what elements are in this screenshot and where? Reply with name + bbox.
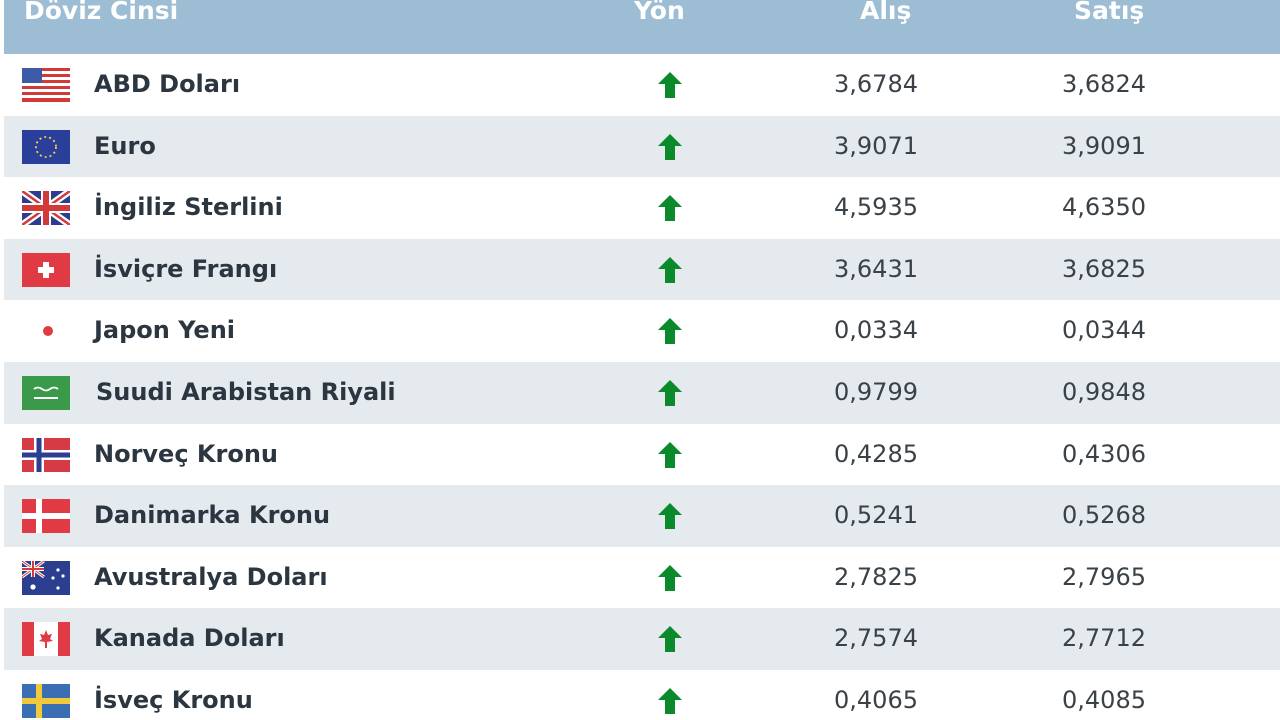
table-row: Japon Yeni 0,0334 0,0344	[4, 300, 1280, 362]
sell-rate: 3,6824	[1062, 70, 1146, 98]
sell-rate: 0,4306	[1062, 439, 1146, 468]
table-row: Danimarka Kronu 0,5241 0,5268	[4, 485, 1280, 547]
sell-rate: 0,0344	[1062, 316, 1146, 345]
arrow-up-icon	[658, 133, 682, 160]
currency-name: İsviçre Frangı	[94, 254, 278, 283]
table-body: ABD Doları 3,6784 3,6824 Euro 3,9071 3,9…	[4, 54, 1280, 720]
table-header: Döviz Cinsi Yön Alış Satış	[4, 0, 1280, 54]
arrow-up-icon	[658, 503, 682, 530]
currency-name: Euro	[94, 131, 156, 160]
au-flag-icon	[22, 560, 70, 595]
table-row: İsveç Kronu 0,4065 0,4085	[4, 669, 1280, 720]
ch-flag-icon	[22, 252, 70, 287]
table-row: Suudi Arabistan Riyali 0,9799 0,9848	[4, 361, 1280, 424]
sell-rate: 4,6350	[1062, 193, 1146, 222]
se-flag-icon	[22, 683, 70, 718]
arrow-up-icon	[658, 195, 682, 222]
buy-rate: 0,4285	[834, 439, 918, 468]
table-row: Euro 3,9071 3,9091	[4, 115, 1280, 178]
buy-rate: 0,0334	[834, 316, 918, 345]
buy-rate: 3,9071	[834, 131, 918, 160]
header-sell: Satış	[1074, 0, 1145, 25]
buy-rate: 2,7825	[834, 562, 918, 591]
sell-rate: 3,9091	[1062, 131, 1146, 160]
arrow-up-icon	[658, 626, 682, 653]
ca-flag-icon	[22, 622, 70, 657]
arrow-up-icon	[658, 564, 682, 591]
sell-rate: 2,7712	[1062, 624, 1146, 653]
table-row: Avustralya Doları 2,7825 2,7965	[4, 546, 1280, 609]
jp-flag-icon	[22, 314, 70, 349]
table-row: İsviçre Frangı 3,6431 3,6825	[4, 238, 1280, 301]
eu-flag-icon	[22, 129, 70, 164]
table-row: Norveç Kronu 0,4285 0,4306	[4, 423, 1280, 486]
sell-rate: 2,7965	[1062, 562, 1146, 591]
currency-name: ABD Doları	[94, 70, 241, 98]
currency-name: Suudi Arabistan Riyali	[96, 377, 396, 406]
currency-name: Kanada Doları	[94, 624, 285, 653]
sa-flag-icon	[22, 375, 70, 410]
buy-rate: 2,7574	[834, 624, 918, 653]
sell-rate: 3,6825	[1062, 254, 1146, 283]
currency-name: İsveç Kronu	[94, 685, 253, 714]
uk-flag-icon	[22, 191, 70, 226]
currency-table: Döviz Cinsi Yön Alış Satış ABD Doları 3,…	[4, 0, 1280, 720]
currency-name: Avustralya Doları	[94, 562, 328, 591]
arrow-up-icon	[658, 256, 682, 283]
buy-rate: 4,5935	[834, 193, 918, 222]
buy-rate: 3,6431	[834, 254, 918, 283]
currency-name: Danimarka Kronu	[94, 501, 331, 530]
table-row: İngiliz Sterlini 4,5935 4,6350	[4, 177, 1280, 239]
currency-name: Japon Yeni	[94, 316, 235, 345]
table-row: Kanada Doları 2,7574 2,7712	[4, 608, 1280, 670]
arrow-up-icon	[658, 72, 682, 98]
arrow-up-icon	[658, 318, 682, 345]
header-currency-type: Döviz Cinsi	[24, 0, 179, 25]
buy-rate: 0,5241	[834, 501, 918, 530]
sell-rate: 0,9848	[1062, 377, 1146, 406]
sell-rate: 0,4085	[1062, 685, 1146, 714]
table-row: ABD Doları 3,6784 3,6824	[4, 54, 1280, 116]
buy-rate: 0,4065	[834, 685, 918, 714]
buy-rate: 0,9799	[834, 377, 918, 406]
currency-name: Norveç Kronu	[94, 439, 279, 468]
dk-flag-icon	[22, 499, 70, 534]
arrow-up-icon	[658, 687, 682, 714]
buy-rate: 3,6784	[834, 70, 918, 98]
us-flag-icon	[22, 68, 70, 102]
arrow-up-icon	[658, 441, 682, 468]
header-buy: Alış	[860, 0, 912, 25]
arrow-up-icon	[658, 379, 682, 406]
sell-rate: 0,5268	[1062, 501, 1146, 530]
header-direction: Yön	[634, 0, 685, 25]
currency-name: İngiliz Sterlini	[94, 193, 283, 222]
no-flag-icon	[22, 437, 70, 472]
